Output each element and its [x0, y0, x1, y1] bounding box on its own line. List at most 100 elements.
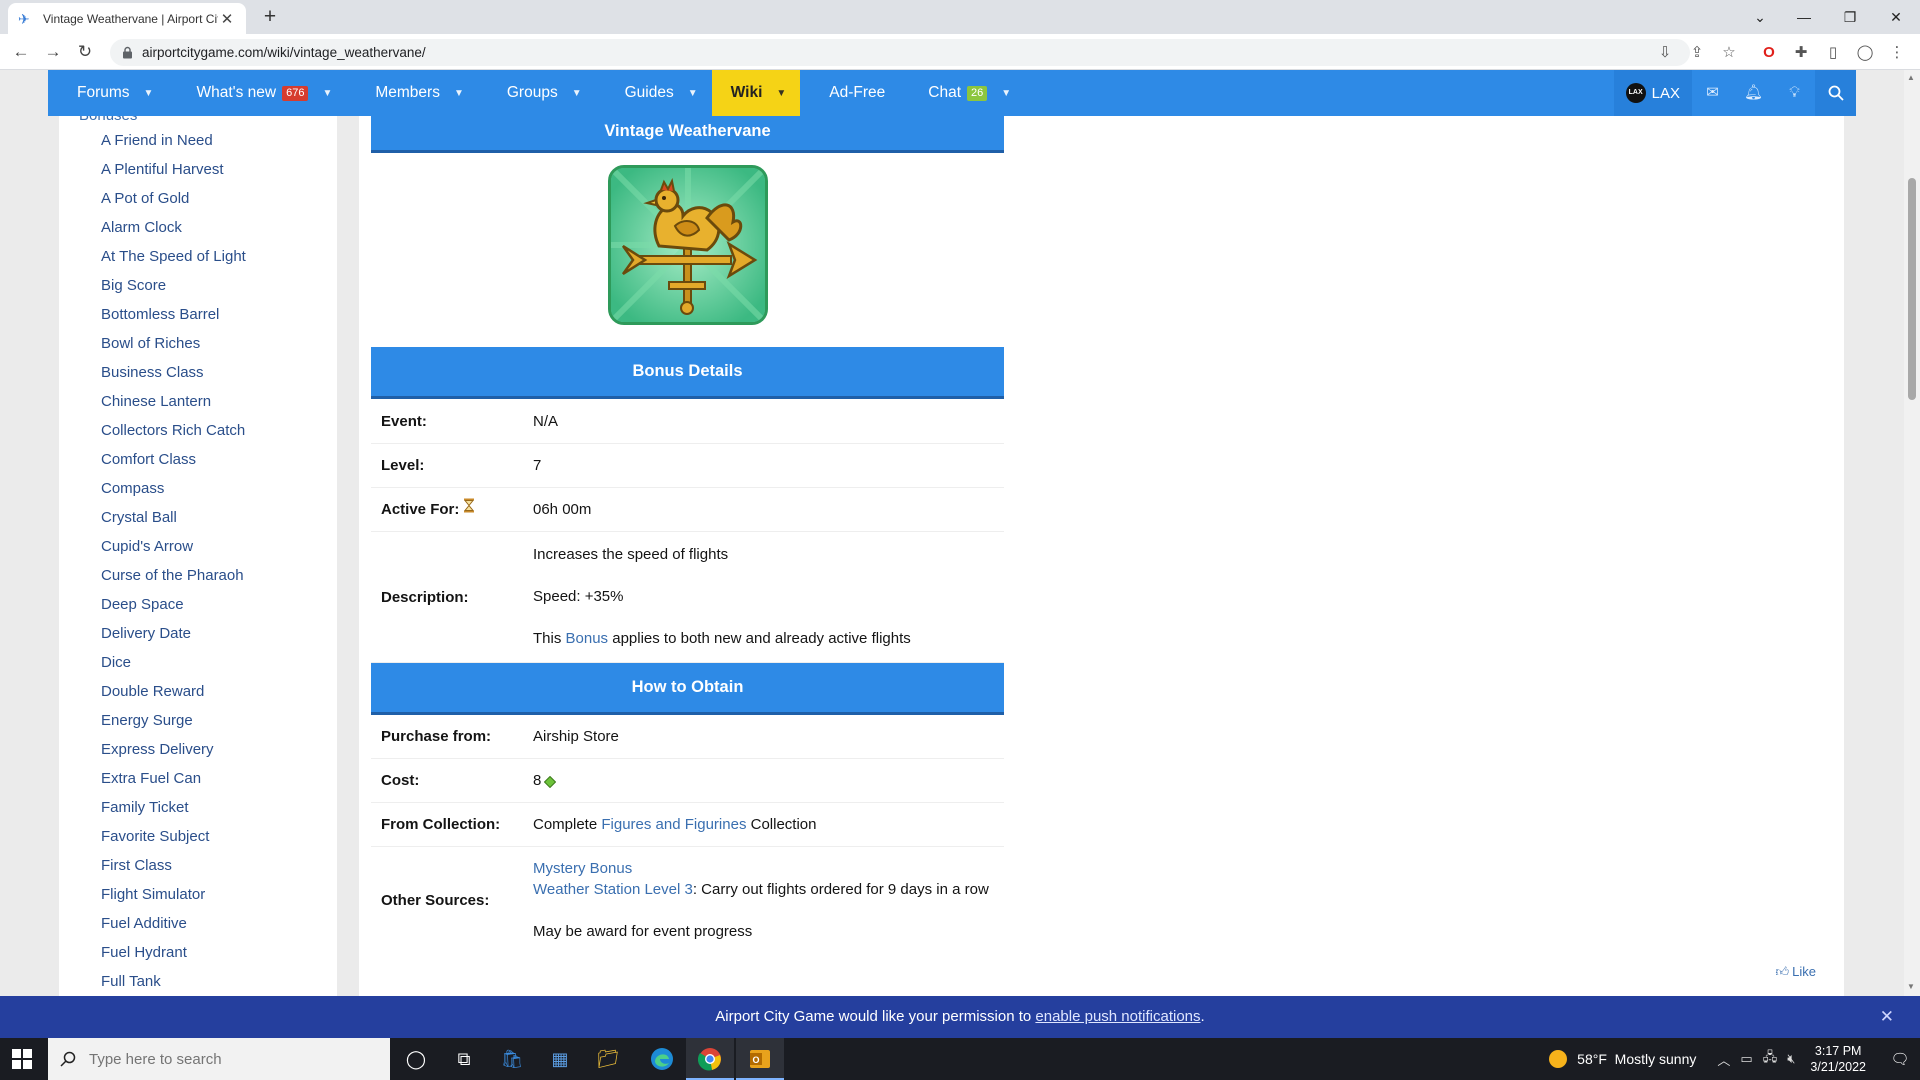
sidebar-item[interactable]: Compass — [101, 480, 246, 509]
sidebar-item[interactable]: A Plentiful Harvest — [101, 161, 246, 190]
nav-forums[interactable]: Forums ▼ — [48, 70, 167, 116]
reload-icon[interactable]: ↻ — [73, 40, 97, 64]
meeting-camera-icon[interactable]: ▭ — [1740, 1051, 1752, 1067]
nav-groups[interactable]: Groups ▼ — [478, 70, 596, 116]
restore-icon[interactable]: ❐ — [1830, 4, 1870, 30]
nav-guides[interactable]: Guides ▼ — [596, 70, 712, 116]
outlook-icon[interactable]: O — [736, 1038, 784, 1080]
caret-down-icon[interactable]: ▼ — [454, 88, 464, 99]
extensions-puzzle-icon[interactable]: ✚ — [1790, 42, 1812, 64]
inbox-envelope-icon[interactable]: ✉ — [1692, 70, 1733, 116]
sidebar-section-bonuses[interactable]: Bonuses — [79, 116, 137, 124]
user-account-menu[interactable]: LAX LAX — [1613, 70, 1692, 116]
action-center-notification-icon[interactable]: 🗨︎ — [1880, 1050, 1920, 1068]
sidebar-item[interactable]: Express Delivery — [101, 741, 246, 770]
sidebar-item[interactable]: Flight Simulator — [101, 886, 246, 915]
share-icon[interactable]: ⇪ — [1686, 42, 1708, 64]
sidebar-item[interactable]: Bowl of Riches — [101, 335, 246, 364]
nav-ad-free[interactable]: Ad-Free — [800, 70, 899, 116]
scroll-down-icon[interactable]: ▼ — [1907, 982, 1915, 991]
sidebar-item[interactable]: Comfort Class — [101, 451, 246, 480]
sidebar-item[interactable]: Deep Space — [101, 596, 246, 625]
tab-search-chevron-icon[interactable]: ⌄ — [1740, 4, 1780, 30]
sidebar-item[interactable]: Double Reward — [101, 683, 246, 712]
caret-down-icon[interactable]: ▼ — [776, 88, 786, 99]
sidebar-item[interactable]: Collectors Rich Catch — [101, 422, 246, 451]
sidebar-item[interactable]: Full Tank — [101, 973, 246, 996]
volume-muted-icon[interactable]: 🔇︎ — [1787, 1051, 1795, 1067]
sidebar-item[interactable]: First Class — [101, 857, 246, 886]
install-app-icon[interactable]: ⇩ — [1654, 42, 1676, 64]
tray-chevron-up-icon[interactable]: ︿ — [1717, 1050, 1730, 1069]
windows-start-icon[interactable] — [12, 1049, 34, 1071]
sidebar-item[interactable]: Fuel Additive — [101, 915, 246, 944]
cortana-circle-icon[interactable]: ◯ — [392, 1038, 440, 1080]
taskbar-search-input[interactable] — [89, 1050, 389, 1068]
chrome-browser-icon[interactable] — [686, 1038, 734, 1080]
scroll-up-icon[interactable]: ▲ — [1907, 73, 1915, 82]
side-panel-icon[interactable]: ▯ — [1822, 42, 1844, 64]
browser-tab-active[interactable]: ✈ Vintage Weathervane | Airport City Gam… — [8, 3, 246, 34]
nav-members[interactable]: Members ▼ — [346, 70, 478, 116]
weather-widget[interactable]: 58°F Mostly sunny — [1549, 1050, 1696, 1068]
window-close-icon[interactable]: ✕ — [1876, 4, 1916, 30]
task-view-icon[interactable]: ⧉ — [440, 1038, 488, 1080]
sidebar-item[interactable]: Favorite Subject — [101, 828, 246, 857]
enable-push-link[interactable]: enable push notifications — [1035, 1008, 1200, 1025]
like-button[interactable]: 👍︎ Like — [1776, 964, 1816, 980]
caret-down-icon[interactable]: ▼ — [572, 88, 582, 99]
edge-browser-icon[interactable] — [638, 1038, 686, 1080]
microsoft-store-icon[interactable]: 🛍︎ — [488, 1038, 536, 1080]
sidebar-item[interactable]: Delivery Date — [101, 625, 246, 654]
page-scrollbar[interactable]: ▲ ▼ — [1904, 70, 1920, 996]
sidebar-item[interactable]: Energy Surge — [101, 712, 246, 741]
scroll-thumb[interactable] — [1908, 178, 1916, 400]
sidebar-item[interactable]: Chinese Lantern — [101, 393, 246, 422]
calculator-icon[interactable]: ▦ — [536, 1038, 584, 1080]
sidebar-item[interactable]: A Pot of Gold — [101, 190, 246, 219]
opera-extension-icon[interactable]: O — [1758, 42, 1780, 64]
caret-down-icon[interactable]: ▼ — [144, 88, 154, 99]
profile-avatar-icon[interactable]: ◯ — [1854, 42, 1876, 64]
sidebar-item[interactable]: Alarm Clock — [101, 219, 246, 248]
back-arrow-icon[interactable]: ← — [9, 40, 33, 64]
mystery-bonus-link[interactable]: Mystery Bonus — [533, 858, 632, 879]
figures-collection-link[interactable]: Figures and Figurines — [601, 816, 746, 833]
notifications-bell-icon[interactable]: 🔔︎ — [1733, 70, 1774, 116]
caret-down-icon[interactable]: ▼ — [1001, 88, 1011, 99]
weather-station-link[interactable]: Weather Station Level 3 — [533, 881, 693, 898]
search-icon[interactable] — [1815, 70, 1856, 116]
caret-down-icon[interactable]: ▼ — [322, 88, 332, 99]
taskbar-clock[interactable]: 3:17 PM 3/21/2022 — [1810, 1043, 1866, 1075]
tab-close-icon[interactable]: ✕ — [218, 10, 236, 28]
forward-arrow-icon[interactable]: → — [41, 40, 65, 64]
sidebar-item[interactable]: A Friend in Need — [101, 132, 246, 161]
taskbar-search-box[interactable] — [48, 1038, 390, 1080]
sidebar-item[interactable]: Extra Fuel Can — [101, 770, 246, 799]
network-icon[interactable]: 🖧︎ — [1763, 1048, 1778, 1070]
lightbulb-icon[interactable]: 💡︎ — [1774, 70, 1815, 116]
sidebar-item[interactable]: Family Ticket — [101, 799, 246, 828]
sidebar-item[interactable]: Fuel Hydrant — [101, 944, 246, 973]
sidebar-item[interactable]: At The Speed of Light — [101, 248, 246, 277]
purchase-value: Airship Store — [533, 728, 619, 745]
close-icon[interactable]: ✕ — [1880, 996, 1894, 1038]
caret-down-icon[interactable]: ▼ — [688, 88, 698, 99]
nav-chat[interactable]: Chat 26 ▼ — [899, 70, 1025, 116]
bonus-link[interactable]: Bonus — [566, 630, 609, 647]
sidebar-item[interactable]: Dice — [101, 654, 246, 683]
nav-whats-new[interactable]: What's new 676 ▼ — [167, 70, 346, 116]
sidebar-item[interactable]: Cupid's Arrow — [101, 538, 246, 567]
minimize-icon[interactable]: — — [1784, 4, 1824, 30]
file-explorer-folder-icon[interactable]: 📁︎ — [584, 1038, 632, 1080]
sidebar-item[interactable]: Bottomless Barrel — [101, 306, 246, 335]
sidebar-item[interactable]: Big Score — [101, 277, 246, 306]
bookmark-star-icon[interactable]: ☆ — [1718, 42, 1740, 64]
address-bar[interactable]: airportcitygame.com/wiki/vintage_weather… — [110, 39, 1690, 66]
sidebar-item[interactable]: Business Class — [101, 364, 246, 393]
sidebar-item[interactable]: Crystal Ball — [101, 509, 246, 538]
sidebar-item[interactable]: Curse of the Pharaoh — [101, 567, 246, 596]
browser-menu-icon[interactable]: ⋮ — [1886, 42, 1908, 64]
new-tab-icon[interactable]: + — [258, 5, 282, 29]
nav-wiki[interactable]: Wiki ▼ — [711, 70, 801, 116]
